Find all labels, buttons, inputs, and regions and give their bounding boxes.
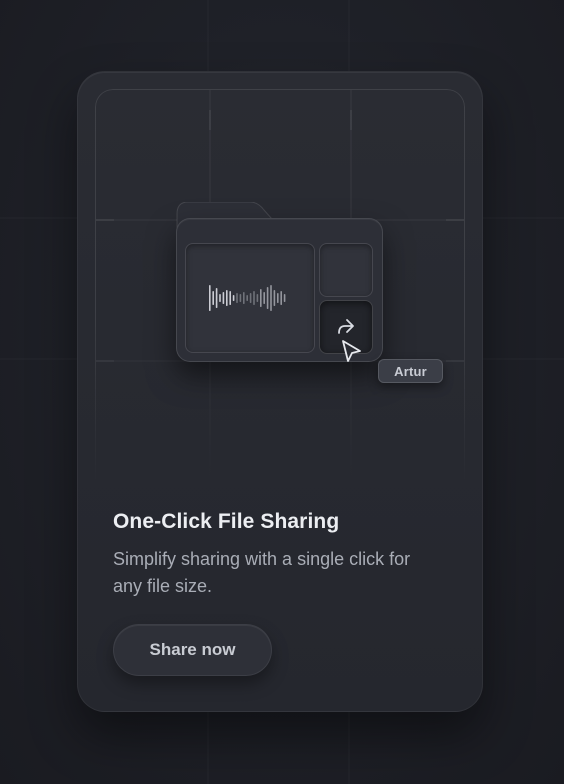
card-description: Simplify sharing with a single click for…	[113, 549, 411, 596]
waveform-bar	[239, 294, 242, 302]
audio-waveform-icon	[209, 285, 286, 311]
waveform-bar	[222, 292, 225, 304]
waveform-bar	[260, 289, 262, 307]
share-now-button[interactable]: Share now	[113, 624, 272, 676]
waveform-bar	[215, 288, 218, 308]
waveform-bar	[249, 293, 252, 303]
cursor-user-tag: Artur	[378, 359, 443, 383]
waveform-bar	[280, 291, 282, 305]
waveform-bar	[277, 293, 279, 303]
waveform-bar	[256, 294, 259, 302]
audio-file-panel	[185, 243, 315, 353]
waveform-bar	[266, 287, 269, 309]
share-arrow-icon	[338, 319, 354, 334]
waveform-bar	[253, 291, 255, 305]
waveform-bar	[226, 290, 228, 306]
waveform-bar	[232, 295, 235, 301]
file-thumbnail-panel	[319, 243, 373, 297]
waveform-bar	[263, 292, 265, 304]
waveform-bar	[283, 294, 286, 302]
waveform-bar	[229, 291, 231, 305]
waveform-bar	[270, 285, 272, 311]
waveform-bar	[236, 293, 238, 303]
waveform-bar	[212, 291, 214, 305]
card-title: One-Click File Sharing	[113, 510, 340, 533]
waveform-bar	[209, 285, 211, 311]
cursor-pointer-icon	[342, 340, 361, 362]
feature-card: Artur One-Click File Sharing Simplify sh…	[77, 71, 483, 712]
waveform-bar	[273, 290, 276, 306]
waveform-bar	[243, 292, 245, 304]
waveform-bar	[219, 294, 221, 302]
waveform-bar	[246, 295, 248, 301]
